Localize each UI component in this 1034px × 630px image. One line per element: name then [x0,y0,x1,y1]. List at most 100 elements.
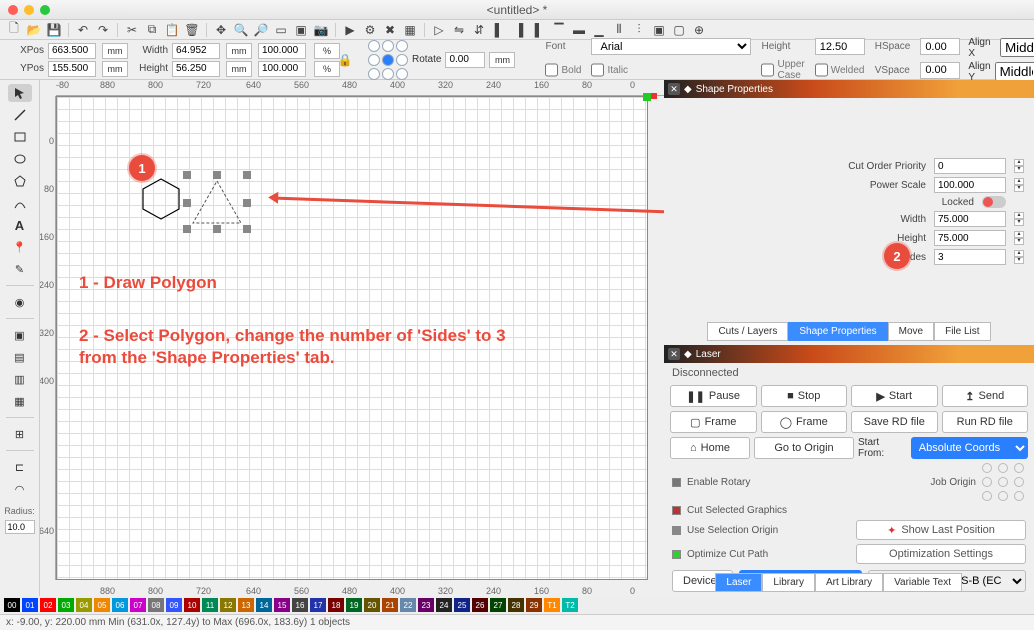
edit-nodes-tool[interactable]: ✎ [8,260,32,278]
align-mid-icon[interactable]: ▬ [571,22,587,38]
align-bot-icon[interactable]: ▁ [591,22,607,38]
zoom-out-icon[interactable]: 🔎 [253,22,269,38]
color-swatch-11[interactable]: 11 [202,598,218,612]
align-center-icon[interactable]: ▐ [511,22,527,38]
optimize-cut-check[interactable] [672,550,681,559]
dist-h-icon[interactable]: ⫴ [611,22,627,38]
polygon-tool[interactable] [8,172,32,190]
tab-move[interactable]: Move [888,322,934,341]
ungroup-icon[interactable]: ▢ [671,22,687,38]
start-button[interactable]: ▶Start [851,385,938,407]
ypos-input[interactable] [48,61,96,77]
color-swatch-06[interactable]: 06 [112,598,128,612]
color-swatch-00[interactable]: 00 [4,598,20,612]
radius-input[interactable] [5,520,35,534]
dist-v-icon[interactable]: ⫶ [631,22,647,38]
go-to-origin-button[interactable]: Go to Origin [754,437,854,459]
color-swatch-03[interactable]: 03 [58,598,74,612]
width-unit[interactable]: mm [226,43,252,59]
camera-icon[interactable]: 📷 [313,22,329,38]
height-input[interactable] [172,61,220,77]
mirror-v-icon[interactable]: ⇵ [471,22,487,38]
use-sel-origin-check[interactable] [672,526,681,535]
target-icon[interactable]: ⊕ [691,22,707,38]
preview-icon[interactable]: ▶ [342,22,358,38]
delete-icon[interactable]: 🗑 [184,22,200,38]
hspace-input[interactable] [920,38,960,55]
width-pct-input[interactable] [258,43,306,59]
tab-laser[interactable]: Laser [715,573,762,592]
cut-icon[interactable]: ✂ [124,22,140,38]
device-icon[interactable]: ▦ [402,22,418,38]
paste-icon[interactable]: 📋 [164,22,180,38]
settings-icon[interactable]: ⚙ [362,22,378,38]
color-swatch-26[interactable]: 26 [472,598,488,612]
color-swatch-18[interactable]: 18 [328,598,344,612]
open-file-icon[interactable]: 📂 [26,22,42,38]
color-swatch-10[interactable]: 10 [184,598,200,612]
color-swatch-24[interactable]: 24 [436,598,452,612]
vspace-input[interactable] [920,62,960,79]
bold-check[interactable] [545,62,558,78]
tab-icon[interactable]: ⊏ [8,458,32,476]
send-button[interactable]: ↥Send [942,385,1029,407]
shape-height-input[interactable] [934,230,1006,246]
redo-icon[interactable]: ↷ [95,22,111,38]
home-button[interactable]: ⌂ Home [670,437,750,459]
panel-close-icon[interactable]: ✕ [668,83,680,95]
color-swatch-08[interactable]: 08 [148,598,164,612]
mirror-h-icon[interactable]: ⇋ [451,22,467,38]
color-swatch-01[interactable]: 01 [22,598,38,612]
color-swatch-28[interactable]: 28 [508,598,524,612]
color-swatch-22[interactable]: 22 [400,598,416,612]
width-input[interactable] [172,43,220,59]
boolean-subtract-icon[interactable]: ▤ [8,348,32,366]
italic-check[interactable] [591,62,604,78]
xpos-input[interactable] [48,43,96,59]
width-pct-unit[interactable]: % [314,43,340,59]
rectangle-tool[interactable] [8,128,32,146]
zoom-in-icon[interactable]: 🔍 [233,22,249,38]
sides-input[interactable] [934,249,1006,265]
tab-file-list[interactable]: File List [934,322,990,341]
pause-button[interactable]: ❚❚Pause [670,385,757,407]
welded-check[interactable] [815,62,828,78]
marker-tool[interactable]: 📍 [8,238,32,256]
play-icon[interactable]: ▷ [431,22,447,38]
laser-pin-icon[interactable]: ◆ [684,349,692,360]
grid-array-icon[interactable]: ⊞ [8,425,32,443]
locked-toggle[interactable] [982,196,1006,208]
undo-icon[interactable]: ↶ [75,22,91,38]
color-swatch-23[interactable]: 23 [418,598,434,612]
cut-selected-check[interactable] [672,506,681,515]
color-swatch-20[interactable]: 20 [364,598,380,612]
workspace-canvas[interactable]: 1 1 - Draw Polygon 2 - Select Polygon, c… [56,96,648,580]
tab-shape-properties[interactable]: Shape Properties [788,322,887,341]
color-swatch-13[interactable]: 13 [238,598,254,612]
color-swatch-12[interactable]: 12 [220,598,236,612]
move-icon[interactable]: ✥ [213,22,229,38]
frame-circle-button[interactable]: ◯ Frame [761,411,848,433]
color-swatch-07[interactable]: 07 [130,598,146,612]
height-pct-input[interactable] [258,61,306,77]
zoom-fit-icon[interactable]: ▭ [273,22,289,38]
save-file-icon[interactable]: 💾 [46,22,62,38]
alignx-select[interactable]: Middle [1000,38,1034,57]
boolean-xor-icon[interactable]: ▦ [8,392,32,410]
color-swatch-25[interactable]: 25 [454,598,470,612]
boolean-union-icon[interactable]: ▣ [8,326,32,344]
cut-order-input[interactable] [934,158,1006,174]
color-swatch-04[interactable]: 04 [76,598,92,612]
path-tool[interactable] [8,194,32,212]
align-top-icon[interactable]: ▔ [551,22,567,38]
tab-cuts-layers[interactable]: Cuts / Layers [707,322,788,341]
hexagon-shape[interactable] [137,175,185,223]
ypos-unit[interactable]: mm [102,61,128,77]
save-rd-button[interactable]: Save RD file [851,411,938,433]
align-left-icon[interactable]: ▌ [491,22,507,38]
power-scale-input[interactable] [934,177,1006,193]
color-swatch-29[interactable]: 29 [526,598,542,612]
color-swatch-02[interactable]: 02 [40,598,56,612]
color-swatch-19[interactable]: 19 [346,598,362,612]
upper-check[interactable] [761,62,774,78]
